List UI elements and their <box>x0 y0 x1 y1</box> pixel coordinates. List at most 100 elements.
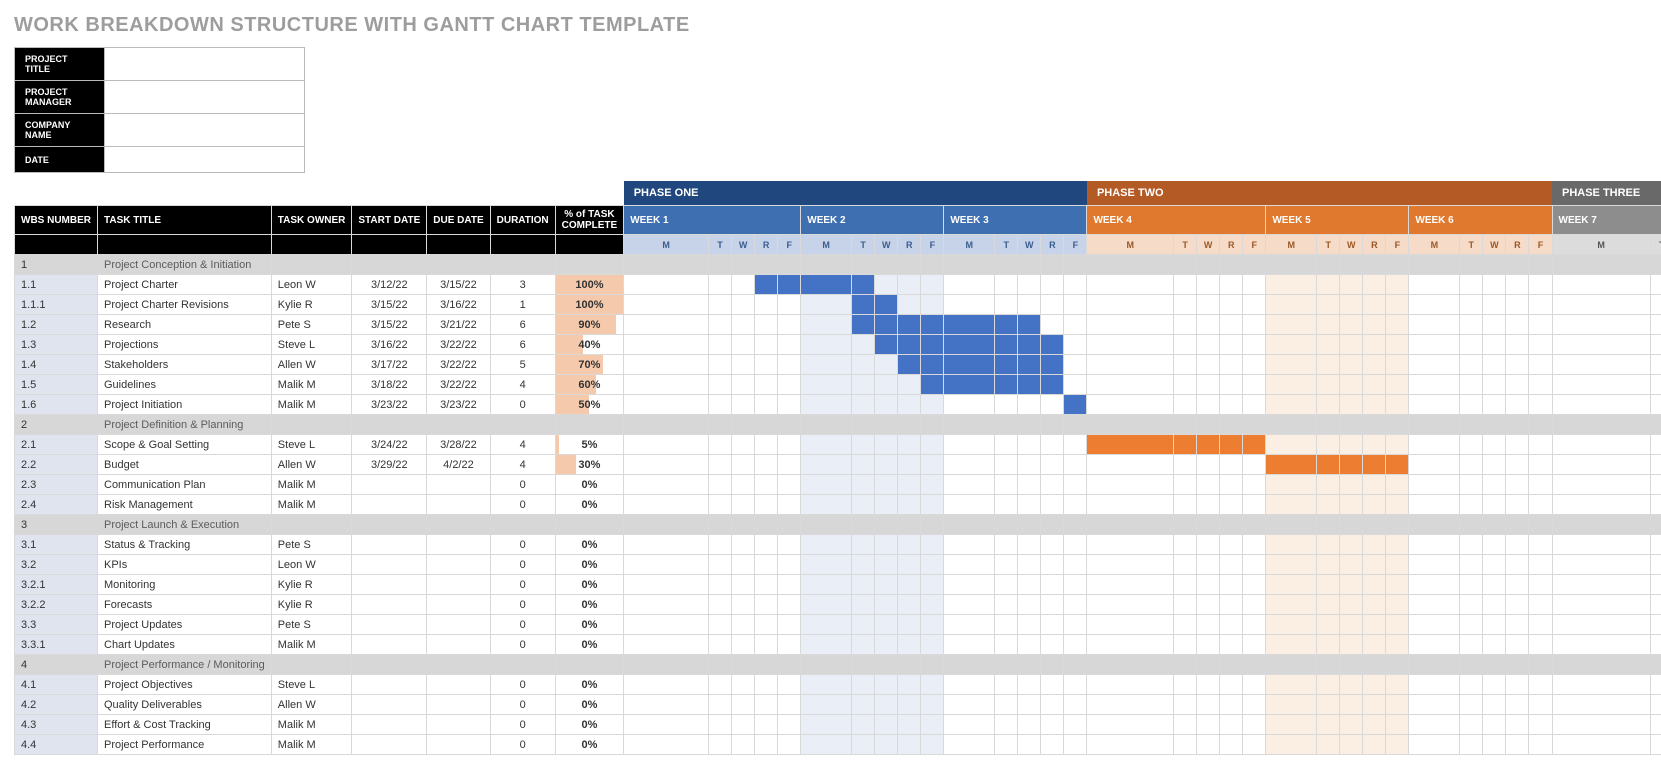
gantt-cell[interactable] <box>624 635 709 655</box>
gantt-cell[interactable] <box>1529 295 1552 315</box>
gantt-cell[interactable] <box>1460 555 1483 575</box>
wbs-cell[interactable]: 4.3 <box>15 715 98 735</box>
gantt-cell[interactable] <box>1552 715 1650 735</box>
gantt-cell[interactable] <box>1363 335 1386 355</box>
gantt-cell[interactable] <box>755 535 778 555</box>
gantt-cell[interactable] <box>852 595 875 615</box>
gantt-cell[interactable] <box>709 335 732 355</box>
gantt-cell[interactable] <box>1340 655 1363 675</box>
gantt-cell[interactable] <box>1529 415 1552 435</box>
task-title-cell[interactable]: Scope & Goal Setting <box>98 435 272 455</box>
gantt-cell[interactable] <box>709 615 732 635</box>
gantt-cell[interactable] <box>1266 575 1317 595</box>
gantt-cell[interactable] <box>898 675 921 695</box>
gantt-cell[interactable] <box>1483 495 1506 515</box>
gantt-cell[interactable] <box>1243 595 1266 615</box>
owner-cell[interactable]: Allen W <box>271 455 352 475</box>
gantt-cell[interactable] <box>1317 575 1340 595</box>
gantt-cell[interactable] <box>898 635 921 655</box>
gantt-cell[interactable] <box>1064 495 1087 515</box>
gantt-cell[interactable] <box>1340 475 1363 495</box>
gantt-cell[interactable] <box>944 655 995 675</box>
gantt-cell[interactable] <box>1317 695 1340 715</box>
gantt-cell[interactable] <box>1064 695 1087 715</box>
gantt-cell[interactable] <box>732 255 755 275</box>
gantt-cell[interactable] <box>801 515 852 535</box>
gantt-cell[interactable] <box>1064 595 1087 615</box>
gantt-cell[interactable] <box>995 475 1018 495</box>
task-title-cell[interactable]: Forecasts <box>98 595 272 615</box>
gantt-cell[interactable] <box>1174 535 1197 555</box>
gantt-cell[interactable] <box>801 735 852 755</box>
gantt-cell[interactable] <box>709 655 732 675</box>
gantt-cell[interactable] <box>944 315 995 335</box>
gantt-cell[interactable] <box>995 695 1018 715</box>
gantt-cell[interactable] <box>1386 335 1409 355</box>
gantt-cell[interactable] <box>1317 715 1340 735</box>
due-date-cell[interactable] <box>427 615 490 635</box>
gantt-cell[interactable] <box>755 635 778 655</box>
gantt-cell[interactable] <box>1409 455 1460 475</box>
gantt-cell[interactable] <box>624 255 709 275</box>
gantt-cell[interactable] <box>624 655 709 675</box>
gantt-cell[interactable] <box>875 715 898 735</box>
gantt-cell[interactable] <box>1552 255 1650 275</box>
gantt-cell[interactable] <box>778 615 801 635</box>
gantt-cell[interactable] <box>778 715 801 735</box>
gantt-cell[interactable] <box>1087 315 1174 335</box>
gantt-cell[interactable] <box>755 515 778 535</box>
duration-cell[interactable]: 4 <box>490 455 555 475</box>
owner-cell[interactable]: Pete S <box>271 615 352 635</box>
gantt-cell[interactable] <box>1266 515 1317 535</box>
gantt-cell[interactable] <box>944 295 995 315</box>
gantt-cell[interactable] <box>1243 615 1266 635</box>
meta-value-date[interactable] <box>105 147 305 173</box>
gantt-cell[interactable] <box>1197 635 1220 655</box>
gantt-cell[interactable] <box>1363 615 1386 635</box>
wbs-cell[interactable]: 3 <box>15 515 98 535</box>
gantt-cell[interactable] <box>1087 335 1174 355</box>
gantt-cell[interactable] <box>1363 355 1386 375</box>
gantt-cell[interactable] <box>732 375 755 395</box>
gantt-cell[interactable] <box>624 695 709 715</box>
gantt-cell[interactable] <box>709 435 732 455</box>
wbs-cell[interactable]: 1.1.1 <box>15 295 98 315</box>
gantt-cell[interactable] <box>1064 615 1087 635</box>
gantt-cell[interactable] <box>1087 355 1174 375</box>
task-title-cell[interactable]: Budget <box>98 455 272 475</box>
gantt-cell[interactable] <box>1041 555 1064 575</box>
gantt-cell[interactable] <box>1220 475 1243 495</box>
gantt-cell[interactable] <box>1174 715 1197 735</box>
gantt-cell[interactable] <box>1064 435 1087 455</box>
gantt-cell[interactable] <box>1243 395 1266 415</box>
gantt-cell[interactable] <box>898 695 921 715</box>
gantt-cell[interactable] <box>1266 395 1317 415</box>
gantt-cell[interactable] <box>1386 455 1409 475</box>
gantt-cell[interactable] <box>875 655 898 675</box>
meta-value-project-title[interactable] <box>105 48 305 81</box>
gantt-cell[interactable] <box>1317 495 1340 515</box>
gantt-cell[interactable] <box>995 595 1018 615</box>
gantt-cell[interactable] <box>898 595 921 615</box>
gantt-cell[interactable] <box>1317 555 1340 575</box>
gantt-cell[interactable] <box>755 615 778 635</box>
gantt-cell[interactable] <box>1087 615 1174 635</box>
gantt-cell[interactable] <box>1266 495 1317 515</box>
gantt-cell[interactable] <box>1197 455 1220 475</box>
gantt-cell[interactable] <box>1460 715 1483 735</box>
gantt-cell[interactable] <box>801 275 852 295</box>
gantt-cell[interactable] <box>1409 395 1460 415</box>
gantt-cell[interactable] <box>1409 655 1460 675</box>
gantt-cell[interactable] <box>1552 435 1650 455</box>
gantt-cell[interactable] <box>1409 635 1460 655</box>
gantt-cell[interactable] <box>1340 595 1363 615</box>
gantt-cell[interactable] <box>1174 495 1197 515</box>
duration-cell[interactable]: 0 <box>490 675 555 695</box>
owner-cell[interactable]: Malik M <box>271 495 352 515</box>
task-title-cell[interactable]: Project Performance / Monitoring <box>98 655 272 675</box>
gantt-cell[interactable] <box>1409 575 1460 595</box>
gantt-cell[interactable] <box>1041 335 1064 355</box>
gantt-cell[interactable] <box>1197 335 1220 355</box>
gantt-cell[interactable] <box>755 275 778 295</box>
gantt-cell[interactable] <box>1340 435 1363 455</box>
